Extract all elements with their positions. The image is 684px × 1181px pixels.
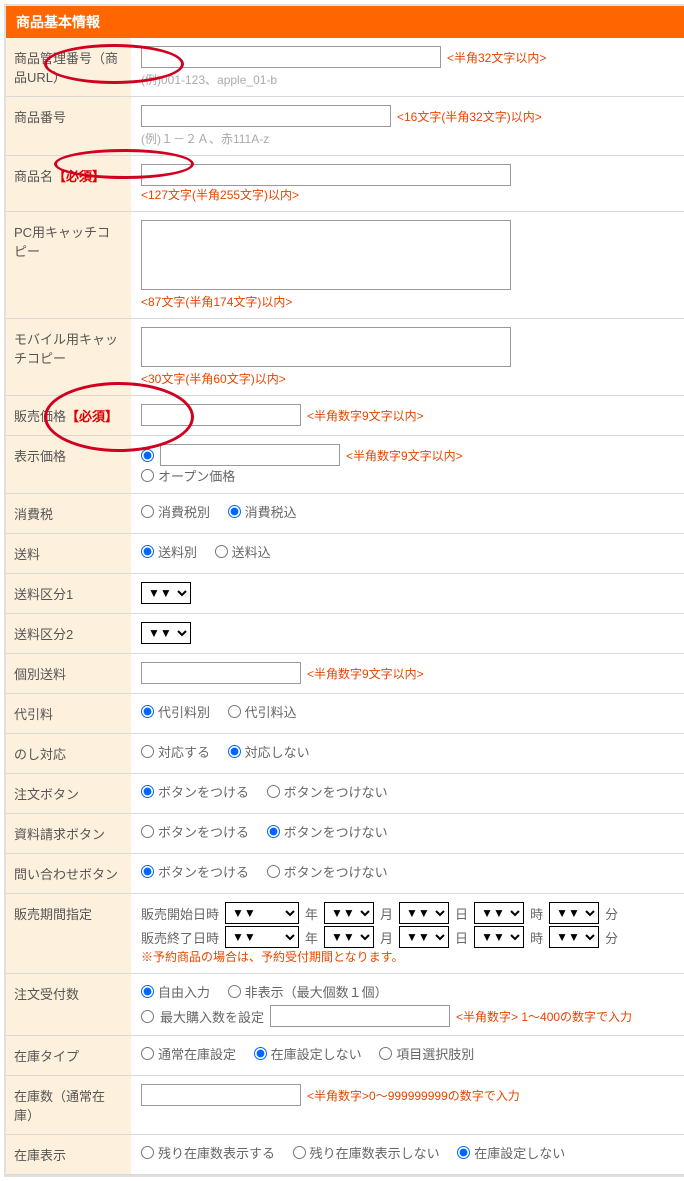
start-month-select[interactable]: ▼▼ bbox=[324, 902, 374, 924]
stock-normal-radio[interactable] bbox=[141, 1047, 154, 1060]
end-year-select[interactable]: ▼▼ bbox=[225, 926, 299, 948]
shipk1-select[interactable]: ▼▼ bbox=[141, 582, 191, 604]
label-disp-price: 表示価格 bbox=[6, 436, 131, 494]
mb-catch-textarea[interactable] bbox=[141, 327, 511, 367]
item-no-input[interactable] bbox=[141, 105, 391, 127]
stock-none-radio[interactable] bbox=[254, 1047, 267, 1060]
ship-incl-radio[interactable] bbox=[215, 545, 228, 558]
inq-btn-no-radio[interactable] bbox=[267, 865, 280, 878]
label-name: 商品名【必須】 bbox=[6, 156, 131, 212]
stock-num-hint: <半角数字>0～999999999の数字で入力 bbox=[307, 1087, 520, 1104]
disp-price-open-radio[interactable] bbox=[141, 469, 154, 482]
label-order-btn: 注文ボタン bbox=[6, 774, 131, 814]
stock-disp-none-radio[interactable] bbox=[457, 1146, 470, 1159]
label-noshi: のし対応 bbox=[6, 734, 131, 774]
order-btn-yes-radio[interactable] bbox=[141, 785, 154, 798]
end-month-select[interactable]: ▼▼ bbox=[324, 926, 374, 948]
label-ship: 送料 bbox=[6, 534, 131, 574]
disp-price-hint: <半角数字9文字以内> bbox=[346, 447, 463, 464]
mgmt-no-hint: <半角32文字以内> bbox=[447, 49, 546, 66]
order-btn-no-radio[interactable] bbox=[267, 785, 280, 798]
start-hour-select[interactable]: ▼▼ bbox=[474, 902, 524, 924]
qty-free-radio[interactable] bbox=[141, 985, 154, 998]
tax-incl-radio[interactable] bbox=[228, 505, 241, 518]
qty-hint: <半角数字> 1～400の数字で入力 bbox=[456, 1008, 632, 1025]
shipk2-select[interactable]: ▼▼ bbox=[141, 622, 191, 644]
qty-hide-radio[interactable] bbox=[228, 985, 241, 998]
mb-catch-hint: <30文字(半角60文字)以内> bbox=[141, 372, 286, 386]
end-min-select[interactable]: ▼▼ bbox=[549, 926, 599, 948]
cod-excl-radio[interactable] bbox=[141, 705, 154, 718]
start-year-select[interactable]: ▼▼ bbox=[225, 902, 299, 924]
item-no-example: (例)１－２Ａ、赤111A-z bbox=[141, 130, 676, 147]
label-tax: 消費税 bbox=[6, 494, 131, 534]
stock-num-input[interactable] bbox=[141, 1084, 301, 1106]
label-inq-btn: 問い合わせボタン bbox=[6, 854, 131, 894]
label-period: 販売期間指定 bbox=[6, 894, 131, 974]
inq-btn-yes-radio[interactable] bbox=[141, 865, 154, 878]
disp-price-input[interactable] bbox=[160, 444, 340, 466]
mgmt-no-example: (例)001-123、apple_01-b bbox=[141, 71, 676, 88]
noshi-no-radio[interactable] bbox=[228, 745, 241, 758]
label-price: 販売価格【必須】 bbox=[6, 396, 131, 436]
doc-btn-yes-radio[interactable] bbox=[141, 825, 154, 838]
end-day-select[interactable]: ▼▼ bbox=[399, 926, 449, 948]
label-doc-btn: 資料請求ボタン bbox=[6, 814, 131, 854]
end-hour-select[interactable]: ▼▼ bbox=[474, 926, 524, 948]
panel-header: 商品基本情報 bbox=[6, 6, 684, 38]
label-qty: 注文受付数 bbox=[6, 974, 131, 1036]
label-shipk2: 送料区分2 bbox=[6, 614, 131, 654]
stock-disp-yes-radio[interactable] bbox=[141, 1146, 154, 1159]
label-stock-disp: 在庫表示 bbox=[6, 1135, 131, 1175]
mgmt-no-input[interactable] bbox=[141, 46, 441, 68]
label-stock-type: 在庫タイプ bbox=[6, 1036, 131, 1076]
price-hint: <半角数字9文字以内> bbox=[307, 407, 424, 424]
qty-max-input[interactable] bbox=[270, 1005, 450, 1027]
item-no-hint: <16文字(半角32文字)以内> bbox=[397, 108, 542, 125]
label-mb-catch: モバイル用キャッチコピー bbox=[6, 319, 131, 396]
label-mgmt-no: 商品管理番号（商品URL） bbox=[6, 38, 131, 97]
stock-option-radio[interactable] bbox=[379, 1047, 392, 1060]
ind-ship-input[interactable] bbox=[141, 662, 301, 684]
start-day-select[interactable]: ▼▼ bbox=[399, 902, 449, 924]
name-input[interactable] bbox=[141, 164, 511, 186]
tax-excl-radio[interactable] bbox=[141, 505, 154, 518]
noshi-yes-radio[interactable] bbox=[141, 745, 154, 758]
label-ind-ship: 個別送料 bbox=[6, 654, 131, 694]
qty-max-radio[interactable] bbox=[141, 1010, 154, 1023]
ind-ship-hint: <半角数字9文字以内> bbox=[307, 665, 424, 682]
name-hint: <127文字(半角255文字)以内> bbox=[141, 188, 299, 202]
label-stock-num: 在庫数（通常在庫） bbox=[6, 1076, 131, 1135]
disp-price-custom-radio[interactable] bbox=[141, 449, 154, 462]
price-input[interactable] bbox=[141, 404, 301, 426]
stock-disp-no-radio[interactable] bbox=[293, 1146, 306, 1159]
period-note: ※予約商品の場合は、予約受付期間となります。 bbox=[141, 950, 403, 964]
cod-incl-radio[interactable] bbox=[228, 705, 241, 718]
pc-catch-hint: <87文字(半角174文字)以内> bbox=[141, 295, 292, 309]
start-min-select[interactable]: ▼▼ bbox=[549, 902, 599, 924]
pc-catch-textarea[interactable] bbox=[141, 220, 511, 290]
doc-btn-no-radio[interactable] bbox=[267, 825, 280, 838]
label-cod: 代引料 bbox=[6, 694, 131, 734]
label-pc-catch: PC用キャッチコピー bbox=[6, 212, 131, 319]
label-item-no: 商品番号 bbox=[6, 97, 131, 156]
ship-excl-radio[interactable] bbox=[141, 545, 154, 558]
label-shipk1: 送料区分1 bbox=[6, 574, 131, 614]
